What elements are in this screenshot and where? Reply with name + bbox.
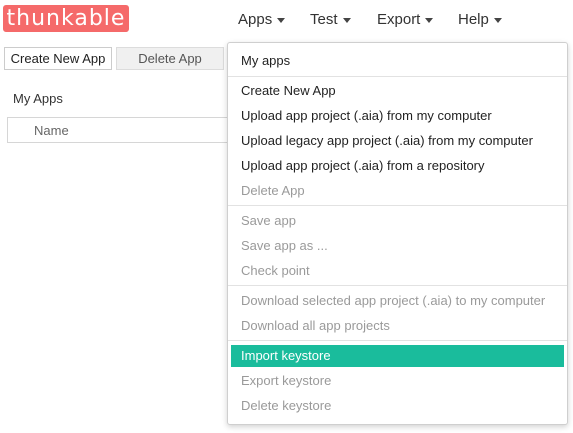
caret-down-icon	[425, 17, 434, 23]
caret-down-icon	[277, 17, 286, 23]
nav-export-menu[interactable]: Export	[377, 11, 434, 28]
menu-item-upload-aia-repository[interactable]: Upload app project (.aia) from a reposit…	[228, 155, 567, 177]
create-new-app-button[interactable]: Create New App	[4, 47, 112, 70]
nav-test-menu[interactable]: Test	[310, 11, 351, 28]
nav-apps-label: Apps	[238, 11, 273, 28]
nav-help-menu[interactable]: Help	[458, 11, 502, 28]
menu-divider	[228, 205, 567, 206]
menu-divider	[228, 76, 567, 77]
menu-item-import-keystore[interactable]: Import keystore	[231, 345, 564, 367]
nav-apps-menu[interactable]: Apps	[238, 11, 286, 28]
nav-export-label: Export	[377, 11, 421, 28]
caret-down-icon	[493, 17, 502, 23]
delete-app-button[interactable]: Delete App	[116, 47, 224, 70]
menu-divider	[228, 340, 567, 341]
nav-help-label: Help	[458, 11, 489, 28]
menu-item-export-keystore[interactable]: Export keystore	[228, 370, 567, 392]
menu-item-my-apps[interactable]: My apps	[228, 50, 567, 72]
menu-item-save-app[interactable]: Save app	[228, 210, 567, 232]
name-column-header[interactable]: Name	[34, 123, 69, 138]
menu-item-check-point[interactable]: Check point	[228, 260, 567, 282]
nav-test-label: Test	[310, 11, 338, 28]
menu-item-delete-app[interactable]: Delete App	[228, 180, 567, 202]
caret-down-icon	[342, 17, 351, 23]
menu-item-upload-legacy-aia[interactable]: Upload legacy app project (.aia) from my…	[228, 130, 567, 152]
top-nav: Apps Test Export Help	[0, 0, 573, 38]
menu-item-download-all-projects[interactable]: Download all app projects	[228, 315, 567, 337]
my-apps-title: My Apps	[13, 91, 63, 106]
apps-table-header: Name	[7, 117, 247, 143]
menu-divider	[228, 285, 567, 286]
menu-item-save-app-as[interactable]: Save app as ...	[228, 235, 567, 257]
menu-item-download-selected-aia[interactable]: Download selected app project (.aia) to …	[228, 290, 567, 312]
menu-item-upload-aia-computer[interactable]: Upload app project (.aia) from my comput…	[228, 105, 567, 127]
menu-item-create-new-app[interactable]: Create New App	[228, 80, 567, 102]
apps-dropdown-menu: My apps Create New App Upload app projec…	[227, 42, 568, 425]
menu-item-delete-keystore[interactable]: Delete keystore	[228, 395, 567, 417]
